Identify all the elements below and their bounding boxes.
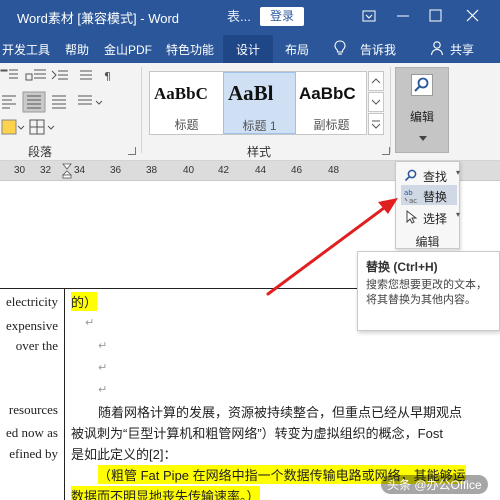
style-sample: AaBbC <box>154 84 208 103</box>
close-icon[interactable] <box>462 6 484 26</box>
maximize-icon[interactable] <box>424 6 446 26</box>
group-divider <box>141 67 142 153</box>
style-heading-1[interactable]: AaBl 标题 1 <box>223 72 296 134</box>
select-label: 选择 <box>423 212 448 226</box>
tab-design[interactable]: 设计 <box>223 35 273 63</box>
replace-tooltip: 替换 (Ctrl+H) 搜索您想要更改的文本，将其替换为其他内容。 <box>357 251 500 331</box>
scroll-up-icon[interactable] <box>368 71 384 91</box>
tab-help[interactable]: 帮助 <box>65 41 89 58</box>
paragraph-line: 是如此定义的[2]： <box>71 447 177 462</box>
styles-gallery-scroll <box>368 71 384 135</box>
left-cell-line: expensive <box>6 318 58 333</box>
left-cell-line: over the <box>15 338 58 353</box>
style-sample: AaBl <box>228 81 274 105</box>
paragraph-tools-icon[interactable]: ¶ <box>0 63 138 139</box>
styles-dialog-launcher-icon[interactable] <box>382 147 390 155</box>
tab-jinshan-pdf[interactable]: 金山PDF <box>104 41 152 58</box>
ribbon-display-options-icon[interactable] <box>358 6 380 26</box>
paragraph-dialog-launcher-icon[interactable] <box>128 147 136 155</box>
svg-text:¶: ¶ <box>104 70 111 83</box>
edit-dropdown-panel: 查找 ▾ ab ac 替换 选择 ▾ 编辑 <box>395 161 460 249</box>
edit-button[interactable]: 编辑 <box>395 67 449 153</box>
edit-button-label: 编辑 <box>409 110 434 124</box>
paragraph-group: ¶ 段落 <box>0 63 138 161</box>
ruler-tick: 40 <box>183 165 195 176</box>
ribbon: ¶ 段落 AaBbC 标题 AaBl 标题 1 AaBbC 副标题 样式 编辑 <box>0 63 500 161</box>
left-cell-line: resources <box>8 402 58 417</box>
styles-gallery: AaBbC 标题 AaBl 标题 1 AaBbC 副标题 <box>149 71 367 135</box>
ruler-tick: 32 <box>40 165 52 176</box>
chevron-down-icon <box>419 128 427 146</box>
paragraph-mark-icon: ↵ <box>85 317 95 329</box>
replace-label: 替换 <box>423 190 448 204</box>
chevron-down-icon: ▾ <box>456 168 461 177</box>
left-cell-line: electricity <box>6 294 58 309</box>
window-title: Word素材 [兼容模式] - Word <box>17 11 180 26</box>
find-button[interactable]: 查找 ▾ <box>401 165 461 185</box>
paragraph-line: 被讽刺为“巨型计算机和粗管网络”）转变为虚拟组织的概念，Fost <box>71 426 443 441</box>
style-name: 副标题 <box>313 118 350 132</box>
replace-button[interactable]: ab ac 替换 <box>401 185 457 205</box>
title-bar: Word素材 [兼容模式] - Word 表... 登录 <box>0 0 500 33</box>
table-tools-tab[interactable]: 表... <box>227 6 255 28</box>
styles-more-icon[interactable] <box>368 113 384 135</box>
ruler-tick: 46 <box>291 165 303 176</box>
lightbulb-icon[interactable] <box>333 40 347 59</box>
ruler-tick: 44 <box>255 165 267 176</box>
style-name: 标题 1 <box>242 119 277 133</box>
ruler-tick: 42 <box>218 165 230 176</box>
group-divider <box>390 67 391 153</box>
svg-text:ab: ab <box>404 189 413 197</box>
indent-marker-icon[interactable] <box>62 163 72 179</box>
replace-icon: ab ac <box>404 188 418 205</box>
left-cell-line: efined by <box>9 446 58 461</box>
scroll-down-icon[interactable] <box>368 92 384 112</box>
styles-group-label: 样式 <box>247 145 272 159</box>
share-button[interactable]: 共享 <box>450 41 474 58</box>
magnifier-icon <box>411 74 433 96</box>
paragraph-line: 随着网格计算的发展，资源被持续整合，但重点已经从早期观点 <box>98 405 463 420</box>
minimize-icon[interactable] <box>392 6 414 26</box>
tell-me-search[interactable]: 告诉我 <box>360 41 396 58</box>
cursor-arrow-icon <box>404 210 418 224</box>
style-subtitle[interactable]: AaBbC 副标题 <box>295 72 368 134</box>
paragraph-mark-icon: ↵ <box>98 384 108 396</box>
ruler-tick: 30 <box>14 165 26 176</box>
ruler-tick: 38 <box>146 165 158 176</box>
watermark: 头条 @办公Office <box>381 475 488 494</box>
find-label: 查找 <box>423 170 448 184</box>
ruler-tick: 48 <box>328 165 340 176</box>
paragraph-mark-icon: ↵ <box>98 340 108 352</box>
tab-special-features[interactable]: 特色功能 <box>166 41 214 58</box>
style-sample: AaBbC <box>299 84 356 103</box>
select-button[interactable]: 选择 ▾ <box>401 207 461 227</box>
chevron-down-icon: ▾ <box>456 210 461 219</box>
paragraph-mark-icon: ↵ <box>98 362 108 374</box>
paragraph-group-label: 段落 <box>28 145 53 159</box>
style-heading[interactable]: AaBbC 标题 <box>150 72 223 134</box>
highlighted-line: 数据而不明显地丧失传输速率。） <box>71 486 260 500</box>
ruler-tick: 34 <box>74 165 86 176</box>
user-share-icon[interactable] <box>430 40 446 59</box>
table-border-column <box>64 288 65 500</box>
search-icon <box>404 168 418 182</box>
ruler-tick: 36 <box>110 165 122 176</box>
ribbon-tabs: 开发工具 帮助 金山PDF 特色功能 设计 布局 告诉我 共享 <box>0 33 500 63</box>
highlighted-text: 的） <box>71 292 98 311</box>
tooltip-title: 替换 (Ctrl+H) <box>366 260 438 274</box>
tab-layout[interactable]: 布局 <box>285 41 309 58</box>
style-name: 标题 <box>174 118 199 132</box>
login-button[interactable]: 登录 <box>260 7 304 26</box>
tab-developer[interactable]: 开发工具 <box>2 41 50 58</box>
tooltip-description: 搜索您想要更改的文本，将其替换为其他内容。 <box>366 279 487 306</box>
left-cell-line: ed now as <box>6 425 58 440</box>
edit-panel-label: 编辑 <box>415 235 440 249</box>
svg-text:ac: ac <box>409 197 417 204</box>
